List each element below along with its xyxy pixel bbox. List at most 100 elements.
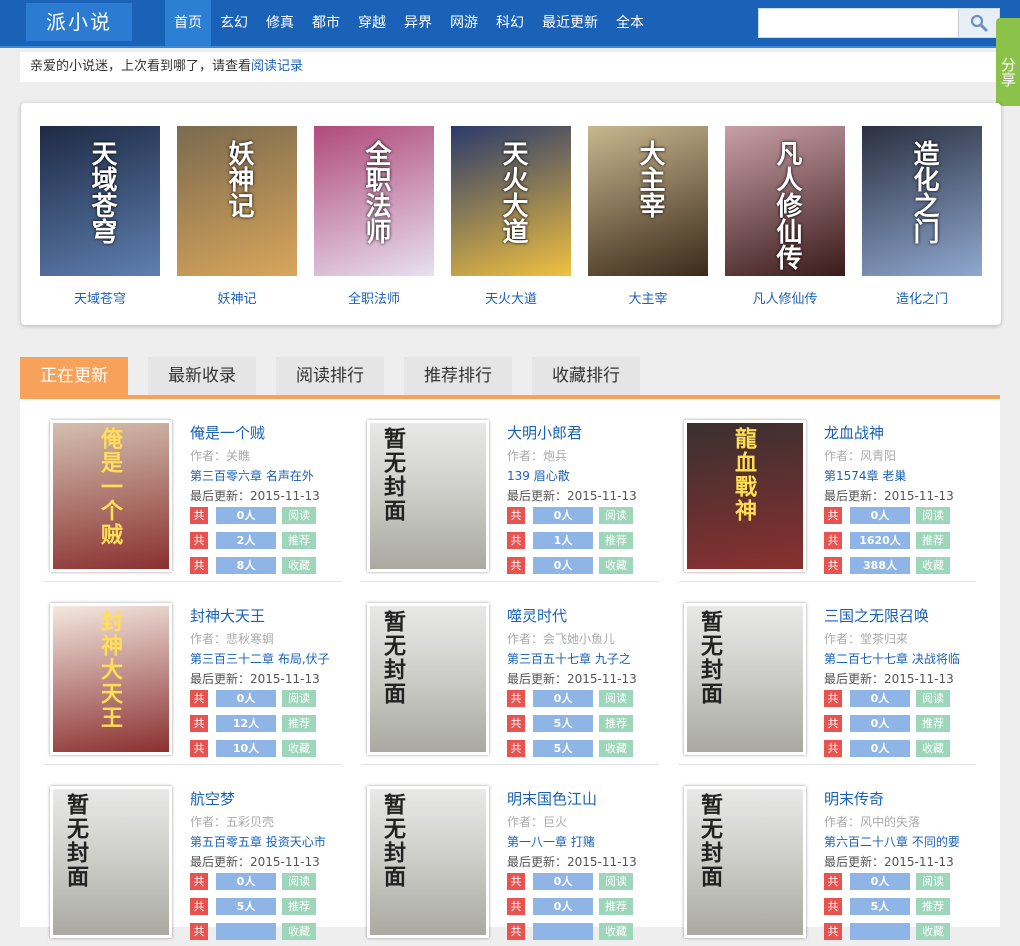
book-latest-chapter[interactable]: 第五百零五章 投资天心市	[190, 833, 350, 850]
featured-book-name[interactable]: 全职法师	[314, 288, 434, 307]
collect-button[interactable]: 收藏	[282, 740, 316, 757]
total-badge: 共	[824, 507, 842, 524]
recommend-button[interactable]: 推荐	[916, 532, 950, 549]
nav-item-7[interactable]: 科幻	[487, 0, 533, 46]
book-item: 封神大天王 封神大天王 作者：悲秋寒蜩 第三百三十二章 布局,伏子 最后更新：2015-…	[44, 603, 342, 763]
tab-0[interactable]: 正在更新	[20, 357, 128, 395]
collect-button[interactable]: 收藏	[282, 923, 316, 940]
recommend-button[interactable]: 推荐	[916, 898, 950, 915]
featured-book-cover[interactable]: 全职法师	[314, 126, 434, 276]
book-latest-chapter[interactable]: 第六百二十八章 不同的要	[824, 833, 984, 850]
total-badge: 共	[190, 898, 208, 915]
book-cover[interactable]: 暂无封面	[367, 786, 489, 938]
read-button[interactable]: 阅读	[599, 873, 633, 890]
book-cover[interactable]: 封神大天王	[50, 603, 172, 755]
book-cover[interactable]: 暂无封面	[367, 420, 489, 572]
book-latest-chapter[interactable]: 第三百零六章 名声在外	[190, 467, 350, 484]
featured-book-cover[interactable]: 造化之门	[862, 126, 982, 276]
collect-button[interactable]: 收藏	[916, 923, 950, 940]
featured-book[interactable]: 全职法师 全职法师	[314, 126, 434, 307]
share-button[interactable]: 分享	[996, 18, 1020, 106]
recommend-button[interactable]: 推荐	[282, 898, 316, 915]
book-latest-chapter[interactable]: 第一八一章 打赌	[507, 833, 667, 850]
featured-book-name[interactable]: 天火大道	[451, 288, 571, 307]
recommend-button[interactable]: 推荐	[282, 532, 316, 549]
book-title[interactable]: 封神大天王	[190, 605, 265, 626]
book-cover[interactable]: 暂无封面	[50, 786, 172, 938]
nav-item-1[interactable]: 玄幻	[211, 0, 257, 46]
collect-button[interactable]: 收藏	[599, 557, 633, 574]
featured-book-name[interactable]: 造化之门	[862, 288, 982, 307]
book-latest-chapter[interactable]: 第三百三十二章 布局,伏子	[190, 650, 350, 667]
featured-book-name[interactable]: 大主宰	[588, 288, 708, 307]
book-latest-chapter[interactable]: 第三百五十七章 九子之	[507, 650, 667, 667]
book-cover[interactable]: 暂无封面	[684, 786, 806, 938]
nav-item-0[interactable]: 首页	[165, 0, 211, 46]
reading-record-link[interactable]: 阅读记录	[251, 59, 303, 74]
tab-2[interactable]: 阅读排行	[276, 357, 384, 395]
nav-item-9[interactable]: 全本	[607, 0, 653, 46]
collect-button[interactable]: 收藏	[599, 923, 633, 940]
featured-book[interactable]: 造化之门 造化之门	[862, 126, 982, 307]
featured-book[interactable]: 妖神记 妖神记	[177, 126, 297, 307]
tab-3[interactable]: 推荐排行	[404, 357, 512, 395]
featured-book-cover[interactable]: 大主宰	[588, 126, 708, 276]
tab-1[interactable]: 最新收录	[148, 357, 256, 395]
book-title[interactable]: 龙血战神	[824, 422, 884, 443]
book-title[interactable]: 航空梦	[190, 788, 235, 809]
featured-book[interactable]: 大主宰 大主宰	[588, 126, 708, 307]
featured-book-cover[interactable]: 妖神记	[177, 126, 297, 276]
book-latest-chapter[interactable]: 139 眉心散	[507, 467, 667, 484]
search-button[interactable]	[958, 9, 999, 37]
book-cover[interactable]: 龍血戰神	[684, 420, 806, 572]
book-title[interactable]: 噬灵时代	[507, 605, 567, 626]
search-input[interactable]	[761, 11, 959, 37]
nav-item-6[interactable]: 网游	[441, 0, 487, 46]
book-cover[interactable]: 俺是一个贼	[50, 420, 172, 572]
recommend-button[interactable]: 推荐	[599, 715, 633, 732]
read-button[interactable]: 阅读	[599, 507, 633, 524]
read-button[interactable]: 阅读	[282, 873, 316, 890]
nav-item-8[interactable]: 最近更新	[533, 0, 607, 46]
read-button[interactable]: 阅读	[282, 507, 316, 524]
read-button[interactable]: 阅读	[599, 690, 633, 707]
book-cover[interactable]: 暂无封面	[367, 603, 489, 755]
read-button[interactable]: 阅读	[916, 873, 950, 890]
total-badge: 共	[190, 873, 208, 890]
nav-item-4[interactable]: 穿越	[349, 0, 395, 46]
featured-book-cover[interactable]: 凡人修仙传	[725, 126, 845, 276]
featured-book[interactable]: 凡人修仙传 凡人修仙传	[725, 126, 845, 307]
featured-book[interactable]: 天火大道 天火大道	[451, 126, 571, 307]
book-title[interactable]: 三国之无限召唤	[824, 605, 929, 626]
tab-4[interactable]: 收藏排行	[532, 357, 640, 395]
book-title[interactable]: 明末国色江山	[507, 788, 597, 809]
collect-button[interactable]: 收藏	[599, 740, 633, 757]
book-title[interactable]: 大明小郎君	[507, 422, 582, 443]
nav-item-5[interactable]: 异界	[395, 0, 441, 46]
read-button[interactable]: 阅读	[282, 690, 316, 707]
book-latest-chapter[interactable]: 第二百七十七章 决战将临	[824, 650, 984, 667]
recommend-button[interactable]: 推荐	[282, 715, 316, 732]
book-latest-chapter[interactable]: 第1574章 老巢	[824, 467, 984, 484]
nav-item-3[interactable]: 都市	[303, 0, 349, 46]
site-logo[interactable]: 派小说	[26, 3, 132, 41]
nav-item-2[interactable]: 修真	[257, 0, 303, 46]
collect-button[interactable]: 收藏	[282, 557, 316, 574]
featured-book-name[interactable]: 妖神记	[177, 288, 297, 307]
featured-book-cover[interactable]: 天域苍穹	[40, 126, 160, 276]
book-title[interactable]: 明末传奇	[824, 788, 884, 809]
featured-book-name[interactable]: 凡人修仙传	[725, 288, 845, 307]
read-button[interactable]: 阅读	[916, 690, 950, 707]
total-badge: 共	[507, 557, 525, 574]
featured-book-cover[interactable]: 天火大道	[451, 126, 571, 276]
recommend-button[interactable]: 推荐	[916, 715, 950, 732]
collect-button[interactable]: 收藏	[916, 740, 950, 757]
book-title[interactable]: 俺是一个贼	[190, 422, 265, 443]
recommend-button[interactable]: 推荐	[599, 898, 633, 915]
book-cover[interactable]: 暂无封面	[684, 603, 806, 755]
featured-book[interactable]: 天域苍穹 天域苍穹	[40, 126, 160, 307]
recommend-button[interactable]: 推荐	[599, 532, 633, 549]
featured-book-name[interactable]: 天域苍穹	[40, 288, 160, 307]
collect-button[interactable]: 收藏	[916, 557, 950, 574]
read-button[interactable]: 阅读	[916, 507, 950, 524]
